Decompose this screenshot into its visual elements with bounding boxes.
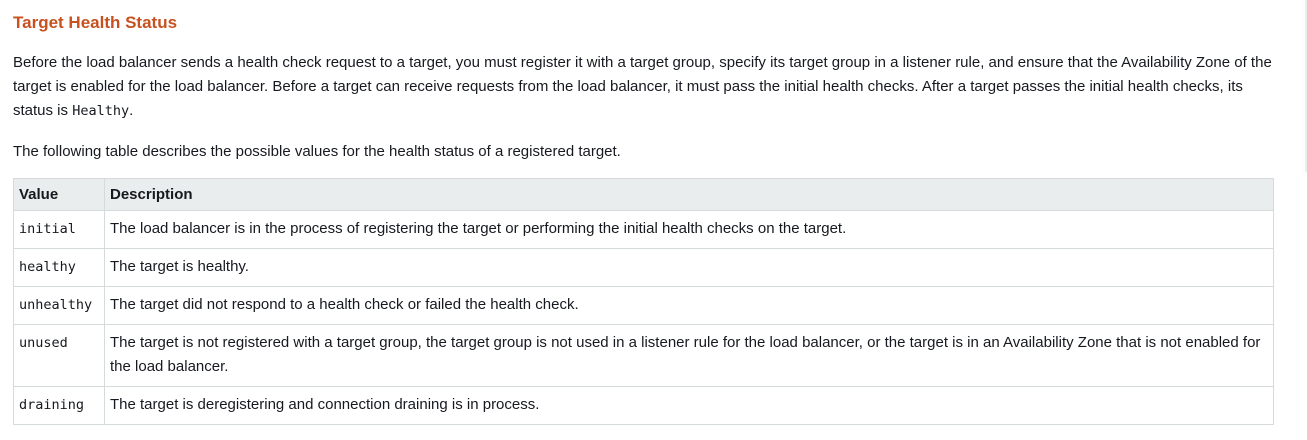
- table-row: unused The target is not registered with…: [13, 324, 1274, 387]
- intro-text: Before the load balancer sends a health …: [13, 54, 1272, 119]
- table-row: unhealthy The target did not respond to …: [13, 286, 1274, 325]
- status-value: draining: [13, 386, 105, 425]
- intro-text-end: .: [129, 102, 134, 119]
- document-content: Target Health Status Before the load bal…: [13, 0, 1274, 425]
- health-status-table: Value Description initial The load balan…: [13, 178, 1274, 425]
- section-heading: Target Health Status: [13, 13, 178, 32]
- table-row: draining The target is deregistering and…: [13, 386, 1274, 425]
- status-description: The load balancer is in the process of r…: [104, 210, 1274, 249]
- status-value: unhealthy: [13, 286, 105, 325]
- status-value: healthy: [13, 248, 105, 287]
- status-value: initial: [13, 210, 105, 249]
- status-description: The target is deregistering and connecti…: [104, 386, 1274, 425]
- column-header-description: Description: [104, 178, 1274, 211]
- column-header-value: Value: [13, 178, 105, 211]
- intro-paragraph: Before the load balancer sends a health …: [13, 51, 1274, 123]
- status-description: The target did not respond to a health c…: [104, 286, 1274, 325]
- table-row: initial The load balancer is in the proc…: [13, 210, 1274, 249]
- healthy-code: Healthy: [72, 103, 130, 119]
- status-description: The target is not registered with a targ…: [104, 324, 1274, 387]
- table-intro-paragraph: The following table describes the possib…: [13, 143, 621, 160]
- status-value: unused: [13, 324, 105, 387]
- status-description: The target is healthy.: [104, 248, 1274, 287]
- table-row: healthy The target is healthy.: [13, 248, 1274, 287]
- table-header-row: Value Description: [13, 178, 1274, 211]
